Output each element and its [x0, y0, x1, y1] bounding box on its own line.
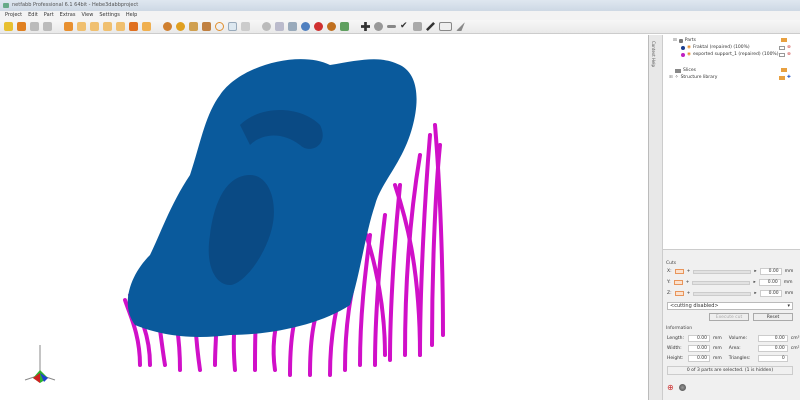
volume-value: 0.00 [757, 335, 788, 342]
select-icon[interactable] [228, 22, 237, 31]
eye-icon[interactable]: ◉ [687, 45, 691, 50]
chevron-down-icon: ▾ [787, 303, 790, 309]
cuts-heading: Cuts [666, 261, 677, 266]
ruler-icon[interactable] [387, 25, 396, 28]
area-value: 0.00 [757, 345, 788, 352]
context-help-tab[interactable]: Context Help [648, 35, 662, 400]
remove-icon[interactable]: ⊗ [787, 52, 791, 57]
triangles-value: 0 [757, 355, 788, 362]
view-iso-icon[interactable] [142, 22, 151, 31]
menu-bar: Project Edit Part Extras View Settings H… [0, 11, 800, 20]
rotate-icon[interactable] [163, 22, 172, 31]
cut-icon[interactable] [456, 22, 465, 31]
add-part-icon[interactable] [361, 22, 370, 31]
part-color-icon [681, 45, 685, 50]
add-icon[interactable]: ✚ [787, 75, 791, 80]
tree-structure-library[interactable]: ⊞ ✧ Structure library [669, 75, 717, 80]
view-front-icon[interactable] [64, 22, 73, 31]
checkmark-icon[interactable]: ✔ [400, 22, 409, 31]
folder-icon[interactable] [781, 38, 787, 42]
menu-edit[interactable]: Edit [28, 11, 38, 20]
view-back-icon[interactable] [77, 22, 86, 31]
view-left-icon[interactable] [90, 22, 99, 31]
width-value: 0.00 [688, 345, 710, 352]
height-value: 0.00 [688, 355, 710, 362]
cut-z-row: Z: + ▸ 0.00 mm [667, 290, 794, 297]
pen-icon[interactable] [426, 22, 435, 31]
color-icon[interactable] [314, 22, 323, 31]
folder-icon[interactable] [779, 75, 785, 80]
cut-y-row: Y: + ▸ 0.00 mm [667, 279, 793, 286]
mesh-icon[interactable] [288, 22, 297, 31]
measure-icon[interactable] [241, 22, 250, 31]
remove-icon[interactable]: ⊗ [787, 45, 791, 50]
view-right-icon[interactable] [103, 22, 112, 31]
checkbox[interactable] [779, 45, 785, 50]
magnifier-icon[interactable] [215, 22, 224, 31]
axis-gizmo [24, 345, 56, 383]
y-color-swatch[interactable] [673, 280, 683, 285]
section-icon[interactable] [327, 22, 336, 31]
cut-mode-select[interactable]: <cutting disabled> ▾ [667, 302, 793, 310]
label-icon[interactable] [439, 22, 452, 31]
view-bottom-icon[interactable] [129, 22, 138, 31]
cut-x-row: X: + ▸ 0.00 mm [667, 268, 794, 275]
wireframe-icon[interactable] [275, 22, 284, 31]
analysis-icon[interactable] [374, 22, 383, 31]
compass-icon[interactable]: ⊕ [667, 383, 674, 392]
repair-icon[interactable] [340, 22, 349, 31]
3d-viewport[interactable] [0, 35, 648, 400]
parts-icon [678, 38, 683, 43]
toolbar: ✔ [0, 20, 800, 34]
undo-icon[interactable] [30, 22, 39, 31]
slices-icon [675, 68, 681, 73]
z-cut-input[interactable]: 0.00 [759, 290, 782, 297]
open-icon[interactable] [17, 22, 26, 31]
right-panel: ⊟ Parts ◉ Fraktal (repaired) (100%) ⊗ ◉ exp… [662, 35, 800, 400]
shading-icon[interactable] [262, 22, 271, 31]
reset-button[interactable]: Reset [753, 313, 793, 321]
sphere-icon[interactable] [301, 22, 310, 31]
title-bar: netfabb Professional 6.1 64bit - Hebe3da… [0, 0, 800, 11]
z-cut-slider[interactable] [693, 291, 752, 296]
app-icon [3, 3, 9, 8]
library-icon: ✧ [674, 75, 679, 80]
tree-part-1[interactable]: ◉ Fraktal (repaired) (100%) [681, 45, 750, 50]
length-value: 0.00 [688, 335, 710, 342]
part-color-icon [681, 52, 685, 57]
model-render [24, 59, 445, 383]
menu-project[interactable]: Project [5, 11, 22, 20]
support-icon[interactable] [413, 22, 422, 31]
folder-icon[interactable] [781, 68, 787, 72]
x-color-swatch[interactable] [674, 269, 684, 274]
fit-icon[interactable] [189, 22, 198, 31]
z-color-swatch[interactable] [674, 291, 684, 296]
eye-icon[interactable]: ◉ [687, 52, 691, 57]
view-top-icon[interactable] [116, 22, 125, 31]
selection-status: 0 of 3 parts are selected. (1 is hidden) [667, 366, 793, 375]
information-heading: Information [666, 326, 693, 331]
menu-part[interactable]: Part [44, 11, 54, 20]
execute-cut-button[interactable]: Execute cut [709, 313, 749, 321]
y-cut-slider[interactable] [692, 280, 751, 285]
pan-icon[interactable] [176, 22, 185, 31]
tree-slices[interactable]: Slices [675, 68, 696, 73]
tree-parts-group[interactable]: ⊟ Parts [673, 38, 696, 43]
menu-view[interactable]: View [81, 11, 93, 20]
window-title: netfabb Professional 6.1 64bit - Hebe3da… [12, 2, 139, 8]
new-project-icon[interactable] [4, 22, 13, 31]
x-cut-slider[interactable] [693, 269, 752, 274]
tree-part-2[interactable]: ◉ exported support_1 (repaired) (100%) [681, 52, 778, 57]
x-cut-input[interactable]: 0.00 [759, 268, 782, 275]
sphere-view-icon[interactable] [679, 384, 686, 391]
y-cut-input[interactable]: 0.00 [758, 279, 781, 286]
menu-extras[interactable]: Extras [60, 11, 76, 20]
checkbox[interactable] [779, 52, 785, 57]
redo-icon[interactable] [43, 22, 52, 31]
parts-tree: ⊟ Parts ◉ Fraktal (repaired) (100%) ⊗ ◉ exp… [663, 35, 800, 250]
zoom-box-icon[interactable] [202, 22, 211, 31]
menu-settings[interactable]: Settings [99, 11, 120, 20]
menu-help[interactable]: Help [126, 11, 137, 20]
